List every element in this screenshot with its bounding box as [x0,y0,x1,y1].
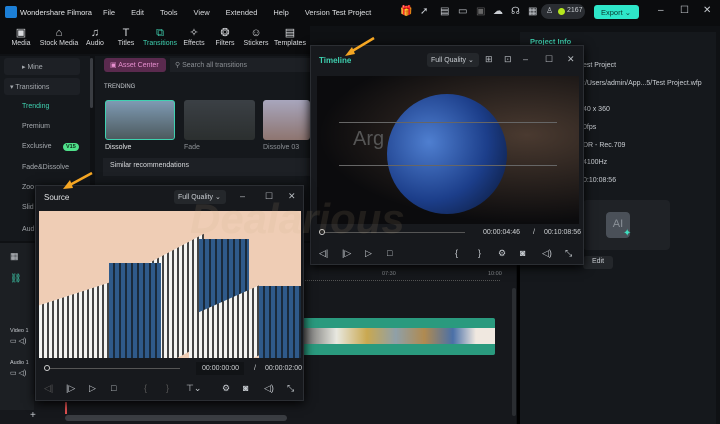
arrow-to-source [63,171,93,189]
annotation-arrows [63,36,375,189]
arrow-to-timeline [345,36,375,56]
